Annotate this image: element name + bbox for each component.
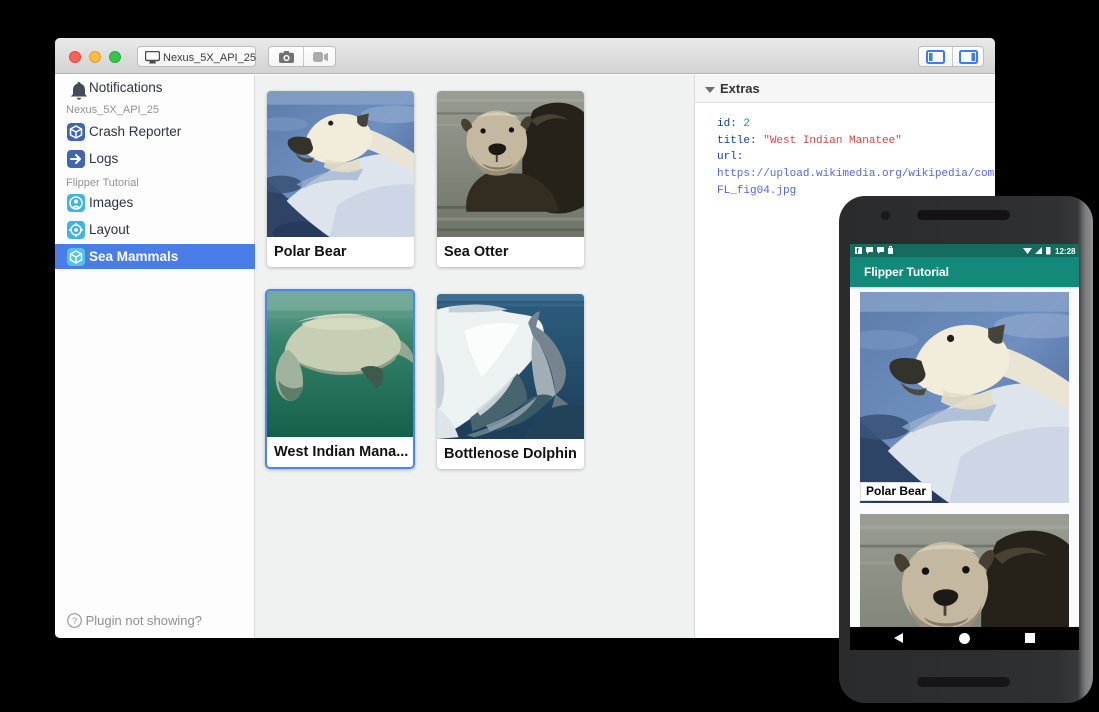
svg-text:?: ? <box>72 616 77 627</box>
svg-text:12:28: 12:28 <box>1055 247 1076 256</box>
